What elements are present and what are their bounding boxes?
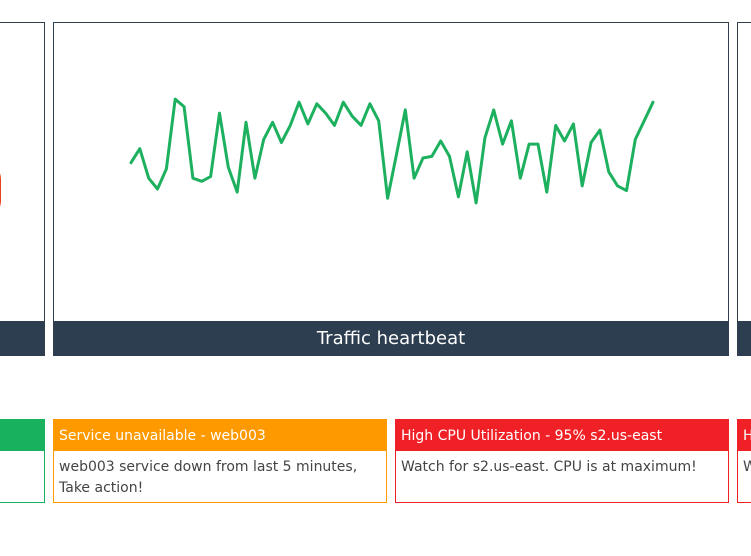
alert-card-body: W n — [743, 459, 751, 475]
alert-card-body: web003 service down from last 5 minutes,… — [59, 459, 358, 496]
alert-card-header: High CPU Utilization - 95% s2.us-east — [396, 420, 728, 451]
alert-card-partial-left — [0, 419, 45, 503]
heartbeat-line — [129, 97, 655, 205]
alert-card-body: Watch for s2.us-east. CPU is at maximum! — [401, 459, 697, 475]
right-panel — [737, 22, 751, 356]
right-panel-footer — [738, 321, 751, 355]
alert-card-body — [0, 451, 44, 463]
alert-card-service-unavailable: Service unavailable - web003 web003 serv… — [53, 419, 387, 503]
heartbeat-chart — [129, 97, 655, 205]
alert-card-header: H — [738, 420, 751, 451]
alert-card-partial-right: H W n — [737, 419, 751, 503]
left-panel-footer — [0, 321, 44, 355]
alert-card-high-cpu: High CPU Utilization - 95% s2.us-east Wa… — [395, 419, 729, 503]
left-panel — [0, 22, 45, 356]
alert-card-header — [0, 420, 44, 451]
alert-card-header: Service unavailable - web003 — [54, 420, 386, 451]
heartbeat-panel-title: Traffic heartbeat — [54, 321, 728, 355]
heartbeat-panel: Traffic heartbeat — [53, 22, 729, 356]
left-panel-gauge — [0, 163, 1, 217]
